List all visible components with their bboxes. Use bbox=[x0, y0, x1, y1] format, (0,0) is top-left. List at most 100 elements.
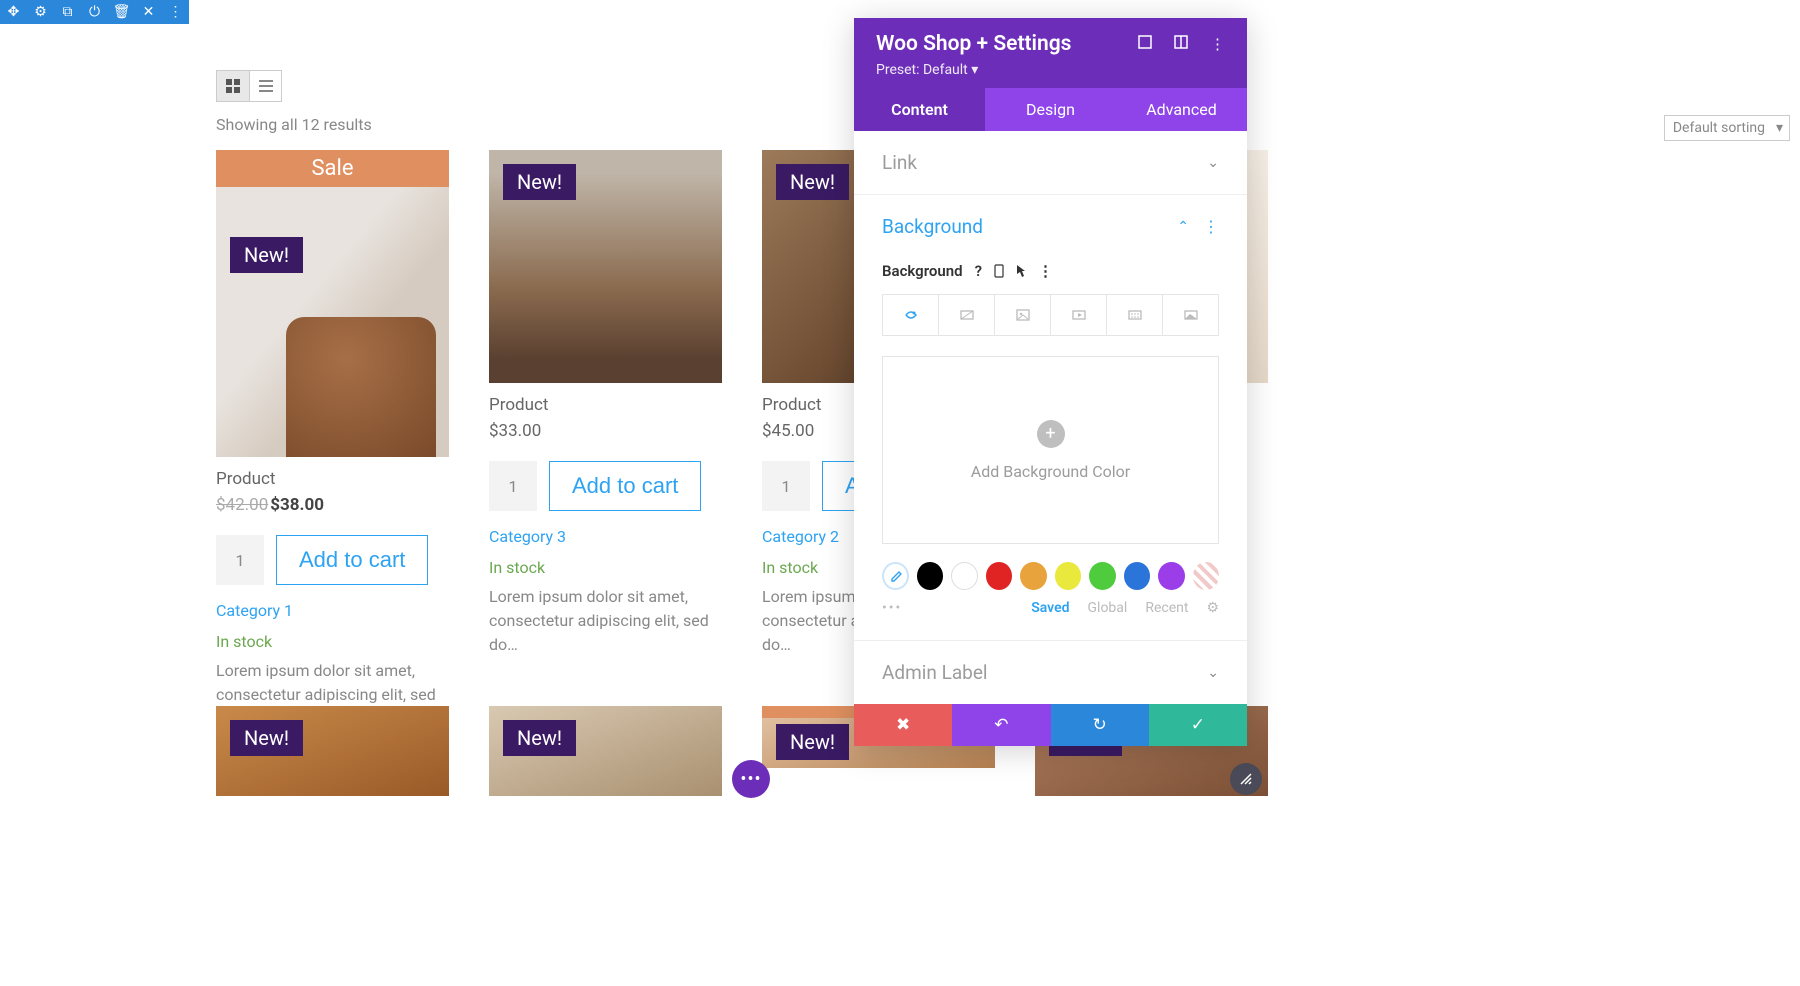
swatch-none[interactable] bbox=[1193, 562, 1219, 590]
hover-icon[interactable] bbox=[1016, 264, 1026, 278]
fullscreen-icon[interactable] bbox=[1138, 35, 1152, 53]
bg-type-color[interactable] bbox=[883, 295, 939, 335]
trash-icon[interactable]: 🗑 bbox=[108, 0, 135, 24]
section-link[interactable]: Link ⌄ bbox=[854, 131, 1247, 194]
product-price: $33.00 bbox=[489, 421, 722, 441]
background-label: Background bbox=[882, 262, 963, 280]
discard-button[interactable]: ✖ bbox=[854, 704, 952, 746]
product-card: New! bbox=[489, 706, 722, 796]
background-content: Background ? ⋮ + Add Background Color bbox=[854, 262, 1247, 640]
mobile-icon[interactable] bbox=[994, 264, 1004, 278]
panel-action-bar: ✖ ↶ ↻ ✓ bbox=[854, 704, 1247, 746]
section-admin-label[interactable]: Admin Label ⌄ bbox=[854, 641, 1247, 704]
help-icon[interactable]: ? bbox=[975, 262, 982, 280]
swatch-tab-global[interactable]: Global bbox=[1088, 600, 1128, 616]
add-to-cart-button[interactable]: Add to cart bbox=[276, 535, 428, 585]
swatch-yellow[interactable] bbox=[1055, 562, 1081, 590]
resize-handle[interactable] bbox=[1230, 763, 1262, 795]
new-badge: New! bbox=[230, 720, 303, 756]
settings-panel: Woo Shop + Settings ⋮ Preset: Default ▾ … bbox=[854, 18, 1247, 746]
product-image[interactable]: New! bbox=[216, 187, 449, 457]
tab-design[interactable]: Design bbox=[985, 88, 1116, 131]
swatch-more-icon[interactable]: ••• bbox=[882, 600, 902, 616]
section-more-icon[interactable]: ⋮ bbox=[1203, 217, 1219, 236]
bg-type-mask[interactable] bbox=[1163, 295, 1218, 335]
product-image[interactable]: New! bbox=[489, 150, 722, 383]
color-swatches bbox=[882, 562, 1219, 590]
gear-icon[interactable]: ⚙ bbox=[27, 0, 54, 24]
section-label: Admin Label bbox=[882, 661, 988, 684]
sale-badge: Sale bbox=[216, 150, 449, 187]
quantity-input[interactable]: 1 bbox=[762, 461, 810, 511]
product-price: $42.00$38.00 bbox=[216, 495, 449, 515]
close-icon[interactable]: ✕ bbox=[135, 0, 162, 24]
columns-icon[interactable] bbox=[1174, 35, 1188, 53]
stock-status: In stock bbox=[489, 558, 722, 577]
panel-tabs: Content Design Advanced bbox=[854, 88, 1247, 131]
plus-icon[interactable]: + bbox=[1037, 420, 1065, 448]
grid-view-toggle[interactable] bbox=[217, 71, 249, 101]
old-price: $42.00 bbox=[216, 495, 268, 515]
chevron-down-icon: ⌄ bbox=[1207, 155, 1219, 171]
product-description: Lorem ipsum dolor sit amet, consectetur … bbox=[489, 585, 722, 657]
chevron-down-icon: ⌄ bbox=[1207, 665, 1219, 681]
panel-title: Woo Shop + Settings bbox=[876, 32, 1071, 56]
eyedropper-icon[interactable] bbox=[882, 562, 909, 590]
options-more-icon[interactable]: ⋮ bbox=[1038, 262, 1053, 280]
quantity-input[interactable]: 1 bbox=[216, 535, 264, 585]
module-toolbar: ✥ ⚙ ⧉ ⏻ 🗑 ✕ ⋮ bbox=[0, 0, 189, 24]
move-icon[interactable]: ✥ bbox=[0, 0, 27, 24]
bg-type-gradient[interactable] bbox=[939, 295, 995, 335]
swatch-purple[interactable] bbox=[1158, 562, 1184, 590]
sort-dropdown[interactable]: Default sorting bbox=[1664, 115, 1790, 141]
product-image[interactable]: New! bbox=[489, 706, 722, 796]
swatch-orange[interactable] bbox=[1020, 562, 1046, 590]
tab-advanced[interactable]: Advanced bbox=[1116, 88, 1247, 131]
product-category[interactable]: Category 3 bbox=[489, 527, 722, 546]
confirm-button[interactable]: ✓ bbox=[1149, 704, 1247, 746]
add-background-box[interactable]: + Add Background Color bbox=[882, 356, 1219, 544]
section-background[interactable]: Background ⌃⋮ bbox=[854, 195, 1247, 258]
new-badge: New! bbox=[776, 164, 849, 200]
background-type-tabs bbox=[882, 294, 1219, 336]
preset-selector[interactable]: Preset: Default ▾ bbox=[876, 62, 1225, 78]
product-name[interactable]: Product bbox=[489, 395, 722, 415]
section-label: Background bbox=[882, 215, 983, 238]
builder-fab[interactable]: ••• bbox=[732, 760, 770, 798]
swatch-black[interactable] bbox=[917, 562, 943, 590]
redo-button[interactable]: ↻ bbox=[1051, 704, 1149, 746]
new-badge: New! bbox=[776, 724, 849, 760]
current-price: $38.00 bbox=[270, 495, 324, 515]
swatch-tab-saved[interactable]: Saved bbox=[1031, 600, 1069, 616]
product-category[interactable]: Category 1 bbox=[216, 601, 449, 620]
product-card: Sale New! Product $42.00$38.00 1 Add to … bbox=[216, 150, 449, 731]
swatch-white[interactable] bbox=[951, 562, 978, 590]
bg-type-pattern[interactable] bbox=[1107, 295, 1163, 335]
quantity-input[interactable]: 1 bbox=[489, 461, 537, 511]
more-icon[interactable]: ⋮ bbox=[162, 0, 189, 24]
duplicate-icon[interactable]: ⧉ bbox=[54, 0, 81, 24]
power-icon[interactable]: ⏻ bbox=[81, 0, 108, 24]
results-count: Showing all 12 results bbox=[216, 115, 372, 134]
swatch-tab-recent[interactable]: Recent bbox=[1145, 600, 1188, 616]
view-toggle-group bbox=[216, 70, 282, 102]
swatch-red[interactable] bbox=[986, 562, 1012, 590]
swatch-blue[interactable] bbox=[1124, 562, 1150, 590]
sort-label: Default sorting bbox=[1673, 120, 1765, 136]
product-name[interactable]: Product bbox=[216, 469, 449, 489]
bg-type-video[interactable] bbox=[1051, 295, 1107, 335]
product-image[interactable]: New! bbox=[216, 706, 449, 796]
new-badge: New! bbox=[503, 164, 576, 200]
bg-type-image[interactable] bbox=[995, 295, 1051, 335]
add-to-cart-button[interactable]: Add to cart bbox=[549, 461, 701, 511]
swatch-green[interactable] bbox=[1089, 562, 1115, 590]
panel-body: Link ⌄ Background ⌃⋮ Background ? ⋮ bbox=[854, 131, 1247, 704]
new-badge: New! bbox=[230, 237, 303, 273]
tab-content[interactable]: Content bbox=[854, 88, 985, 131]
more-icon[interactable]: ⋮ bbox=[1210, 35, 1225, 53]
undo-button[interactable]: ↶ bbox=[952, 704, 1050, 746]
swatch-settings-icon[interactable]: ⚙ bbox=[1206, 600, 1219, 616]
panel-header: Woo Shop + Settings ⋮ Preset: Default ▾ bbox=[854, 18, 1247, 88]
product-card: New! bbox=[216, 706, 449, 796]
list-view-toggle[interactable] bbox=[249, 71, 281, 101]
